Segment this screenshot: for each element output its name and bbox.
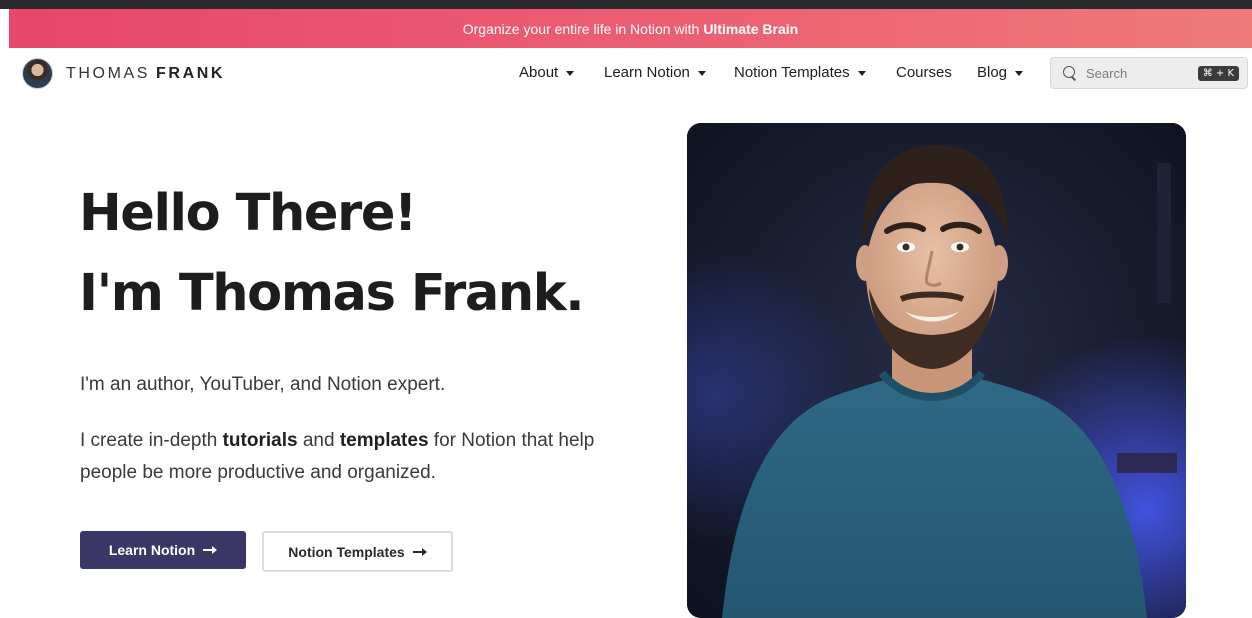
portrait-illustration [687,123,1186,618]
promo-text: Organize your entire life in Notion with [462,20,700,37]
search-placeholder: Search [1086,65,1128,81]
portrait-photo [687,123,1186,618]
arrow-right-icon [412,547,427,556]
search-icon [1063,66,1077,80]
nav-item-notion-templates[interactable]: Notion Templates [734,64,866,81]
nav-item-courses[interactable]: Courses [896,64,952,81]
nav-item-blog[interactable]: Blog [977,64,1024,81]
hero-description: I create in-depth tutorials and template… [80,430,595,483]
notion-templates-button[interactable]: Notion Templates [262,531,453,572]
promo-highlight-link[interactable]: Ultimate Brain [703,21,798,37]
search-input[interactable]: Search ⌘ + K [1050,57,1248,89]
browser-top-strip [0,0,1252,9]
nav-item-about[interactable]: About [519,64,575,81]
arrow-right-icon [203,546,218,554]
learn-notion-button[interactable]: Learn Notion [80,531,246,569]
nav-item-learn-notion[interactable]: Learn Notion [604,64,706,81]
site-header: THOMAS FRANK About Learn Notion Notion Te… [0,48,1252,100]
hero-title-line-2: I'm Thomas Frank. [79,264,585,323]
brand-name: THOMAS FRANK [66,64,226,82]
site-logo[interactable]: THOMAS FRANK [22,58,225,89]
caret-down-icon [857,70,866,76]
hero-intro: I'm an author, YouTuber, and Notion expe… [80,374,446,395]
caret-down-icon [566,70,575,76]
promo-banner[interactable]: Organize your entire life in Notion with… [9,9,1252,48]
hero-title-line-1: Hello There! [79,184,417,243]
caret-down-icon [697,70,706,76]
caret-down-icon [1015,70,1024,76]
avatar [22,58,53,89]
keyboard-shortcut-badge: ⌘ + K [1197,66,1239,81]
